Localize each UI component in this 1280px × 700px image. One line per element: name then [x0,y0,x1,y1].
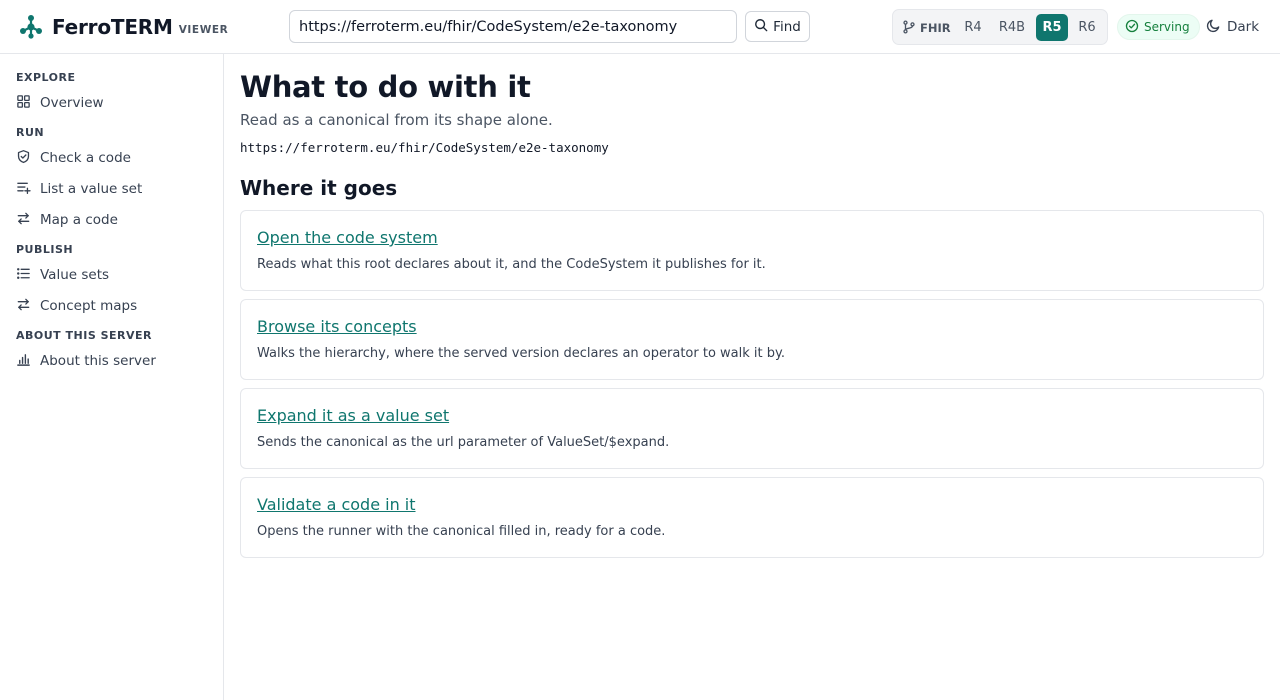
version-tab-r4[interactable]: R4 [959,14,987,41]
list-plus-icon [16,180,31,199]
molecule-logo-icon [18,14,44,40]
sidebar-heading-run: RUN [16,126,45,139]
sidebar-item-check-code[interactable]: Check a code [16,147,206,169]
fhir-label: FHIR [902,18,951,38]
shield-check-icon [16,149,31,168]
sidebar-heading-publish: PUBLISH [16,243,74,256]
bar-chart-icon [16,352,31,371]
brand-subtitle: VIEWER [178,23,229,36]
sidebar-item-label: Overview [40,95,104,111]
section-title: Where it goes [240,176,398,200]
page-subtitle: Read as a canonical from its shape alone… [240,111,553,129]
action-card-validate-code: Validate a code in it Opens the runner w… [240,477,1264,558]
card-description: Reads what this root declares about it, … [257,257,766,272]
main-content: What to do with it Read as a canonical f… [224,54,1280,700]
card-description: Walks the hierarchy, where the served ve… [257,346,785,361]
fhir-label-text: FHIR [920,21,951,35]
sidebar-item-list-value-set[interactable]: List a value set [16,178,206,200]
dark-mode-toggle[interactable]: Dark [1206,15,1259,39]
version-tab-r5[interactable]: R5 [1036,14,1068,41]
sidebar-item-concept-maps[interactable]: Concept maps [16,295,206,317]
moon-icon [1206,18,1221,37]
find-button-label: Find [773,18,801,35]
find-button[interactable]: Find [745,11,810,42]
open-code-system-link[interactable]: Open the code system [257,228,438,247]
arrows-exchange-icon [16,297,31,316]
action-card-expand-value-set: Expand it as a value set Sends the canon… [240,388,1264,469]
brand-name: FerroTERM [52,15,173,39]
page-title: What to do with it [240,70,531,104]
canonical-url-input[interactable] [289,10,737,43]
search-icon [754,18,768,36]
expand-value-set-link[interactable]: Expand it as a value set [257,406,449,425]
git-branch-icon [902,19,916,37]
sidebar-item-value-sets[interactable]: Value sets [16,264,206,286]
action-card-open-code-system: Open the code system Reads what this roo… [240,210,1264,291]
sidebar-item-label: About this server [40,353,156,369]
status-badge-label: Serving [1144,20,1190,34]
sidebar: EXPLORE Overview RUN Check a code List a… [0,54,224,700]
brand[interactable]: FerroTERM VIEWER [18,14,228,40]
canonical-url-text: https://ferroterm.eu/fhir/CodeSystem/e2e… [240,140,609,155]
sidebar-item-label: Check a code [40,150,131,166]
top-bar: FerroTERM VIEWER Find FHIR R4 R4B R5 R6 [0,0,1280,54]
action-card-browse-concepts: Browse its concepts Walks the hierarchy,… [240,299,1264,380]
sidebar-item-label: Map a code [40,212,118,228]
list-icon [16,266,31,285]
version-tab-r6[interactable]: R6 [1073,14,1101,41]
sidebar-item-map-code[interactable]: Map a code [16,209,206,231]
browse-concepts-link[interactable]: Browse its concepts [257,317,417,336]
sidebar-heading-about: ABOUT THIS SERVER [16,329,152,342]
dark-mode-label: Dark [1227,19,1260,35]
sidebar-item-about-server[interactable]: About this server [16,350,206,372]
fhir-version-switcher: FHIR R4 R4B R5 R6 [892,9,1108,45]
sidebar-item-label: Value sets [40,267,110,283]
status-badge: Serving [1117,14,1200,40]
sidebar-item-label: List a value set [40,181,143,197]
version-tab-r4b[interactable]: R4B [993,14,1031,41]
sidebar-item-label: Concept maps [40,298,138,314]
card-description: Opens the runner with the canonical fill… [257,524,666,539]
arrows-exchange-icon [16,211,31,230]
sidebar-heading-explore: EXPLORE [16,71,76,84]
check-circle-icon [1125,19,1139,36]
validate-code-link[interactable]: Validate a code in it [257,495,416,514]
sidebar-item-overview[interactable]: Overview [16,92,206,114]
card-description: Sends the canonical as the url parameter… [257,435,670,450]
grid-icon [16,94,31,113]
